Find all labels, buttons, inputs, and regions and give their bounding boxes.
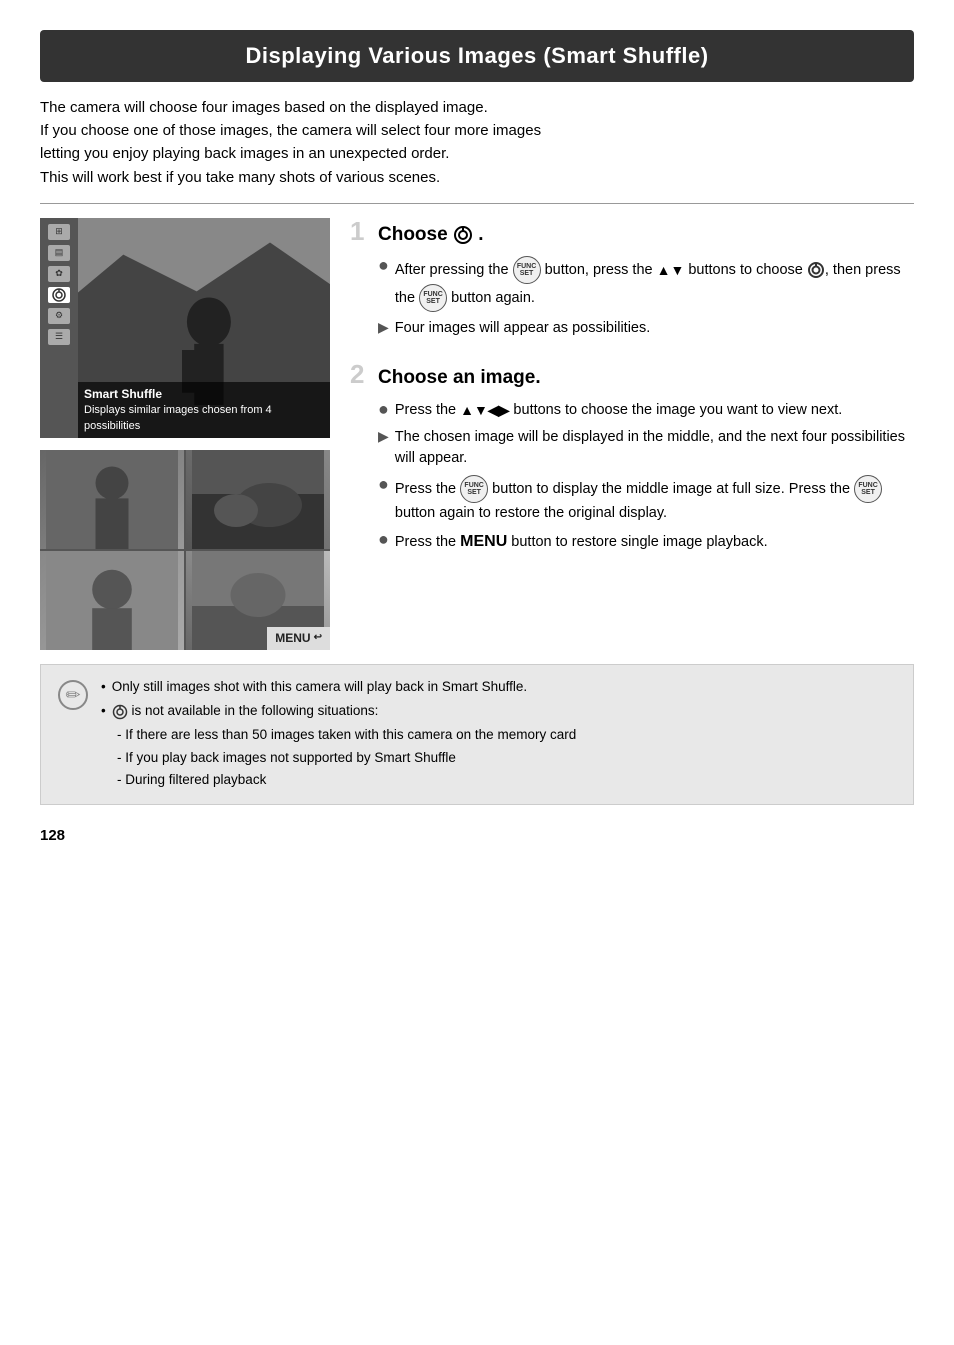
step2-bullet2: ▶ The chosen image will be displayed in … bbox=[378, 427, 914, 469]
menu-icon-4: ⚙ bbox=[48, 308, 70, 324]
step1-header: 1 Choose . bbox=[350, 218, 914, 249]
step1-image: ⊞ ▤ ✿ ⚙ ☰ bbox=[40, 218, 330, 438]
step2-title: Choose an image. bbox=[378, 364, 541, 392]
menu-text-bold: MENU bbox=[460, 533, 507, 550]
svg-text:✏: ✏ bbox=[65, 685, 80, 705]
menu-icon-1: ⊞ bbox=[48, 224, 70, 240]
nav-arrows-updown: ▲▼ bbox=[657, 260, 685, 280]
step2-bullet1: ● Press the ▲▼◀▶ buttons to choose the i… bbox=[378, 400, 914, 421]
func-btn-2: FUNCSET bbox=[419, 284, 447, 312]
step2-header: 2 Choose an image. bbox=[350, 361, 914, 392]
note-box: ✏ • Only still images shot with this cam… bbox=[40, 664, 914, 805]
func-btn-4: FUNCSET bbox=[854, 475, 882, 503]
step1-content: ● After pressing the FUNCSET button, pre… bbox=[350, 256, 914, 339]
step1-bullet1: ● After pressing the FUNCSET button, pre… bbox=[378, 256, 914, 312]
image-column: ⊞ ▤ ✿ ⚙ ☰ bbox=[40, 218, 330, 650]
bullet-dot-3: ● bbox=[378, 475, 389, 495]
intro-line4: This will work best if you take many sho… bbox=[40, 169, 440, 186]
instructions-column: 1 Choose . ● After pressing the FUNCSET bbox=[350, 218, 914, 650]
note-item-1: • Only still images shot with this camer… bbox=[101, 677, 897, 697]
menu-back-arrow: ↩ bbox=[314, 631, 322, 646]
step2-bullet2-text: The chosen image will be displayed in th… bbox=[395, 427, 914, 469]
bullet-dot-1: ● bbox=[378, 256, 389, 276]
menu-label: MENU bbox=[275, 630, 310, 647]
smart-shuffle-overlay: Smart Shuffle Displays similar images ch… bbox=[78, 382, 330, 438]
step2: 2 Choose an image. ● Press the ▲▼◀▶ butt… bbox=[350, 361, 914, 553]
step2-bullet4: ● Press the MENU button to restore singl… bbox=[378, 530, 914, 553]
note-pencil-icon: ✏ bbox=[57, 679, 89, 792]
menu-icon-5: ☰ bbox=[48, 329, 70, 345]
step1-bullet2: ▶ Four images will appear as possibiliti… bbox=[378, 318, 914, 339]
step1-number: 1 bbox=[350, 218, 370, 244]
page-title: Displaying Various Images (Smart Shuffle… bbox=[40, 30, 914, 82]
note-sub-2: - If you play back images not supported … bbox=[117, 748, 897, 768]
note-content: • Only still images shot with this camer… bbox=[101, 677, 897, 792]
menu-bar: MENU ↩ bbox=[267, 627, 330, 650]
note-text-1: Only still images shot with this camera … bbox=[112, 677, 527, 697]
menu-icon-2: ▤ bbox=[48, 245, 70, 261]
menu-icons: ⊞ ▤ ✿ ⚙ ☰ bbox=[40, 218, 78, 438]
bullet-dot-2: ● bbox=[378, 400, 389, 420]
step1-bullet1-text: After pressing the FUNCSET button, press… bbox=[395, 256, 914, 312]
bullet-arrow-1: ▶ bbox=[378, 318, 389, 338]
step2-bullet4-text: Press the MENU button to restore single … bbox=[395, 530, 768, 553]
smart-shuffle-menu-icon bbox=[48, 287, 70, 303]
photo-display: Smart Shuffle Displays similar images ch… bbox=[78, 218, 330, 438]
step1: 1 Choose . ● After pressing the FUNCSET bbox=[350, 218, 914, 340]
note-bullet-1: • bbox=[101, 677, 106, 697]
smart-shuffle-desc: Displays similar images chosen from 4 po… bbox=[84, 403, 324, 434]
intro-line2: If you choose one of those images, the c… bbox=[40, 122, 541, 139]
step2-bullet3: ● Press the FUNCSET button to display th… bbox=[378, 475, 914, 524]
grid-cell-2 bbox=[186, 450, 330, 549]
divider bbox=[40, 203, 914, 204]
page-number: 128 bbox=[40, 825, 914, 847]
step1-bullet2-text: Four images will appear as possibilities… bbox=[395, 318, 650, 339]
func-btn-1: FUNCSET bbox=[513, 256, 541, 284]
smart-shuffle-title: Smart Shuffle bbox=[84, 386, 324, 403]
step2-image: MENU ↩ bbox=[40, 450, 330, 650]
nav-arrows-all: ▲▼◀▶ bbox=[460, 400, 509, 420]
note-sub-3: - During filtered playback bbox=[117, 770, 897, 790]
note-text-2: is not available in the following situat… bbox=[112, 701, 379, 721]
step2-bullet3-text: Press the FUNCSET button to display the … bbox=[395, 475, 914, 524]
step1-title: Choose . bbox=[378, 221, 484, 249]
step2-number: 2 bbox=[350, 361, 370, 387]
note-sub-1: - If there are less than 50 images taken… bbox=[117, 725, 897, 745]
menu-icon-3: ✿ bbox=[48, 266, 70, 282]
grid-cell-3 bbox=[40, 551, 184, 650]
intro-line3: letting you enjoy playing back images in… bbox=[40, 145, 449, 162]
grid-cell-1 bbox=[40, 450, 184, 549]
main-content: ⊞ ▤ ✿ ⚙ ☰ bbox=[40, 218, 914, 650]
step2-bullet1-text: Press the ▲▼◀▶ buttons to choose the ima… bbox=[395, 400, 842, 421]
note-item-2: • is not available in the following situ… bbox=[101, 701, 897, 721]
step2-content: ● Press the ▲▼◀▶ buttons to choose the i… bbox=[350, 400, 914, 553]
note-bullet-2: • bbox=[101, 701, 106, 721]
intro-line1: The camera will choose four images based… bbox=[40, 99, 488, 116]
bullet-arrow-2: ▶ bbox=[378, 427, 389, 447]
intro-text: The camera will choose four images based… bbox=[40, 96, 914, 189]
bullet-dot-4: ● bbox=[378, 530, 389, 550]
func-btn-3: FUNCSET bbox=[460, 475, 488, 503]
